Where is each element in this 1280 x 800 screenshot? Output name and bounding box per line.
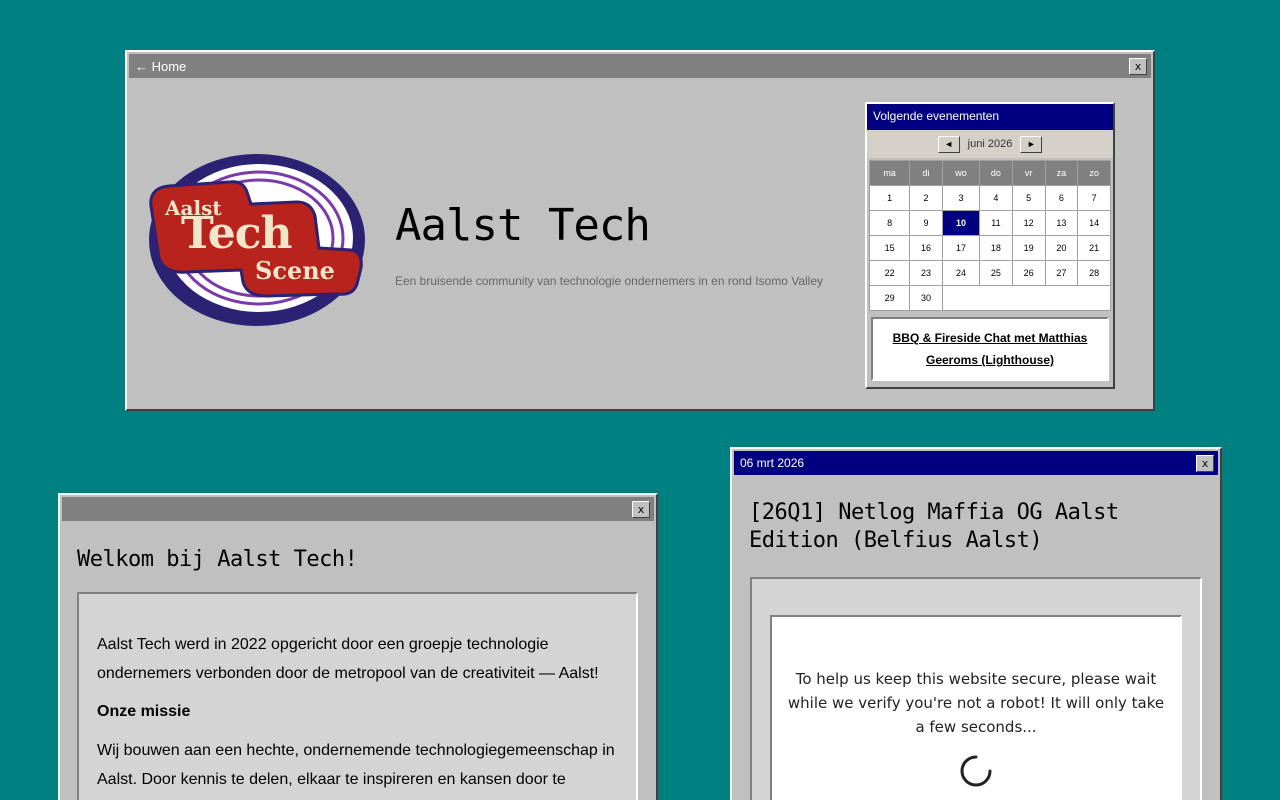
loading-spinner-icon	[958, 753, 994, 789]
calendar-day[interactable]: 13	[1044, 210, 1079, 236]
weekday-header: za	[1044, 160, 1079, 186]
logo-text-scene: Scene	[255, 256, 335, 285]
calendar-nav: ◄ juni 2026 ►	[867, 130, 1113, 158]
events-calendar: Volgende evenementen ◄ juni 2026 ► ma di w…	[865, 102, 1115, 389]
calendar-week-row: 8 9 10 11 12 13 14	[868, 210, 1111, 236]
calendar-day[interactable]: 27	[1044, 260, 1079, 286]
mission-text: Wij bouwen aan een hechte, ondernemende …	[97, 742, 615, 788]
calendar-day[interactable]: 17	[941, 235, 981, 261]
event-date: 06 mrt 2026	[740, 456, 805, 470]
calendar-day[interactable]: 11	[979, 210, 1013, 236]
calendar-day[interactable]: 24	[941, 260, 981, 286]
calendar-empty-cell	[941, 285, 1112, 311]
calendar-day[interactable]: 10	[941, 210, 981, 236]
calendar-day[interactable]: 8	[868, 210, 911, 236]
close-button[interactable]: x	[1196, 454, 1214, 472]
calendar-day[interactable]: 19	[1011, 235, 1046, 261]
calendar-day[interactable]: 5	[1011, 185, 1046, 211]
prev-month-button[interactable]: ◄	[937, 135, 960, 153]
weekday-header: wo	[941, 160, 981, 186]
home-window: ← Home x Aalst Tech Scene Aalst Tech Een…	[125, 50, 1155, 411]
calendar-week-row: 15 16 17 18 19 20 21	[868, 235, 1111, 261]
calendar-day[interactable]: 20	[1044, 235, 1079, 261]
close-button[interactable]: x	[1129, 57, 1147, 75]
event-link[interactable]: BBQ & Fireside Chat met Matthias Geeroms…	[891, 327, 1089, 371]
calendar-month-label: juni 2026	[967, 138, 1013, 150]
event-window: 06 mrt 2026 x [26Q1] Netlog Maffia OG Aa…	[730, 447, 1222, 800]
event-window-titlebar: 06 mrt 2026 x	[734, 451, 1218, 475]
welcome-window: x Welkom bij Aalst Tech! Aalst Tech werd…	[58, 493, 658, 800]
calendar-week-row: 1234567	[868, 185, 1111, 211]
calendar-day[interactable]: 3	[941, 185, 981, 211]
weekday-header: do	[979, 160, 1013, 186]
event-title: [26Q1] Netlog Maffia OG Aalst Edition (B…	[749, 500, 1119, 553]
calendar-day[interactable]: 15	[868, 235, 911, 261]
calendar-day[interactable]: 28	[1077, 260, 1111, 286]
calendar-day[interactable]: 30	[909, 285, 943, 311]
calendar-week-row: 22 23 24 25 26 27 28	[868, 260, 1111, 286]
close-button[interactable]: x	[632, 500, 650, 518]
security-check-frame: To help us keep this website secure, ple…	[770, 615, 1182, 800]
next-month-button[interactable]: ►	[1020, 135, 1043, 153]
calendar-day[interactable]: 14	[1077, 210, 1111, 236]
back-home-link[interactable]: ← Home	[135, 59, 186, 74]
calendar-day[interactable]: 6	[1044, 185, 1079, 211]
calendar-day[interactable]: 1	[868, 185, 911, 211]
aalst-tech-scene-logo[interactable]: Aalst Tech Scene	[147, 152, 365, 330]
weekday-header: zo	[1077, 160, 1111, 186]
calendar-day[interactable]: 22	[868, 260, 911, 286]
weekday-header: ma	[868, 160, 911, 186]
calendar-day[interactable]: 18	[979, 235, 1013, 261]
site-subtitle: Een bruisende community van technologie …	[395, 274, 824, 288]
calendar-day[interactable]: 7	[1077, 185, 1111, 211]
calendar-day[interactable]: 12	[1011, 210, 1046, 236]
welcome-intro: Aalst Tech werd in 2022 opgericht door e…	[97, 636, 599, 682]
calendar-day[interactable]: 26	[1011, 260, 1046, 286]
weekday-header: vr	[1011, 160, 1046, 186]
welcome-window-titlebar: x	[62, 497, 654, 521]
calendar-day[interactable]: 2	[909, 185, 943, 211]
welcome-content: Aalst Tech werd in 2022 opgericht door e…	[77, 592, 638, 800]
weekday-header: di	[909, 160, 943, 186]
calendar-day[interactable]: 25	[979, 260, 1013, 286]
welcome-title: Welkom bij Aalst Tech!	[77, 547, 358, 572]
calendar-event-box: BBQ & Fireside Chat met Matthias Geeroms…	[871, 317, 1109, 381]
calendar-grid: ma di wo do vr za zo 1 2 3 4 5 6 7 8 9 10 11 12 13 14 15 16 17…	[868, 160, 1112, 311]
site-title: Aalst Tech	[395, 200, 651, 251]
security-message: To help us keep this website secure, ple…	[787, 670, 1165, 736]
calendar-day[interactable]: 16	[909, 235, 943, 261]
event-embed-panel: To help us keep this website secure, ple…	[750, 577, 1202, 800]
home-window-titlebar: ← Home x	[129, 54, 1151, 78]
calendar-day[interactable]: 4	[979, 185, 1013, 211]
logo-text-tech: Tech	[181, 208, 292, 259]
calendar-day[interactable]: 21	[1077, 235, 1111, 261]
mission-heading: Onze missie	[97, 703, 191, 720]
calendar-week-row: 29 30	[868, 285, 1112, 311]
calendar-day[interactable]: 23	[909, 260, 943, 286]
calendar-heading: Volgende evenementen	[867, 104, 1113, 130]
calendar-day[interactable]: 29	[868, 285, 911, 311]
calendar-day[interactable]: 9	[909, 210, 943, 236]
